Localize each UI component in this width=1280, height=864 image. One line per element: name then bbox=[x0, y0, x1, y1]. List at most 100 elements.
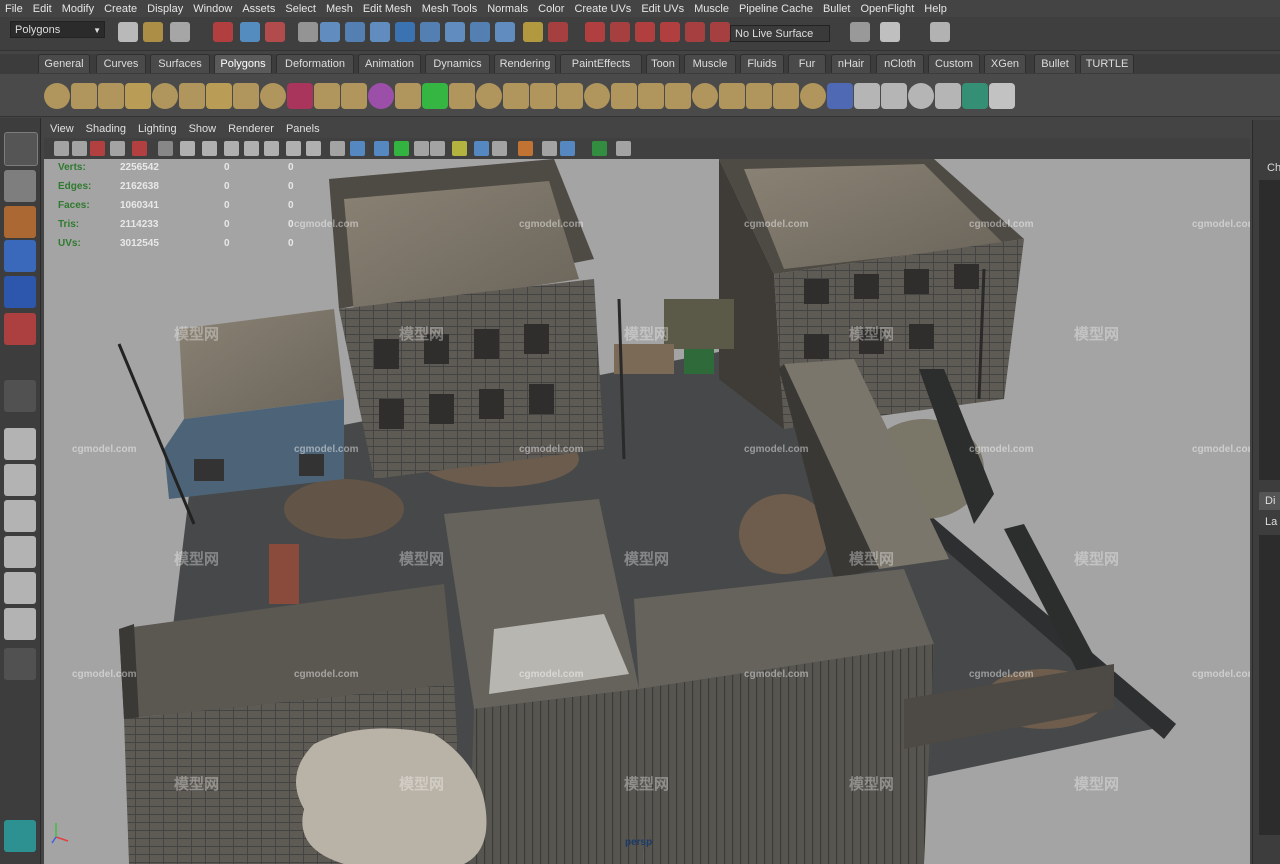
soft-select-icon[interactable] bbox=[850, 22, 870, 42]
maya-logo-icon[interactable] bbox=[4, 820, 36, 852]
shelf-tab-deformation[interactable]: Deformation bbox=[276, 54, 354, 73]
live-surface-field[interactable]: No Live Surface bbox=[730, 25, 830, 42]
snap-point-icon[interactable] bbox=[345, 22, 365, 42]
shelf-tab-bullet[interactable]: Bullet bbox=[1034, 54, 1076, 73]
display-tab[interactable]: Di bbox=[1259, 492, 1280, 510]
mode-selector[interactable]: Polygons ▼ bbox=[10, 21, 105, 38]
shelf-tab-toon[interactable]: Toon bbox=[646, 54, 680, 73]
motion-blur-icon[interactable] bbox=[518, 141, 533, 156]
sculpt-icon[interactable] bbox=[710, 22, 730, 42]
shelf-tab-custom[interactable]: Custom bbox=[928, 54, 980, 73]
smooth-shade-icon[interactable] bbox=[350, 141, 365, 156]
panel-menu-panels[interactable]: Panels bbox=[280, 123, 326, 135]
menu-mesh-tools[interactable]: Mesh Tools bbox=[417, 3, 482, 15]
bridge-icon[interactable] bbox=[395, 83, 421, 109]
persp-outliner-icon[interactable] bbox=[4, 536, 36, 568]
lasso-tool-icon[interactable] bbox=[4, 170, 36, 202]
split-icon[interactable] bbox=[476, 83, 502, 109]
image-plane-icon[interactable] bbox=[110, 141, 125, 156]
shelf-tab-rendering[interactable]: Rendering bbox=[494, 54, 556, 73]
make-live-icon[interactable] bbox=[420, 22, 440, 42]
poly-torus-icon[interactable] bbox=[179, 83, 205, 109]
select-object-icon[interactable] bbox=[240, 22, 260, 42]
menu-edit[interactable]: Edit bbox=[28, 3, 57, 15]
spherical-uv-icon[interactable] bbox=[908, 83, 934, 109]
cylindrical-uv-icon[interactable] bbox=[881, 83, 907, 109]
panel-menu-renderer[interactable]: Renderer bbox=[222, 123, 280, 135]
extract-icon[interactable] bbox=[557, 83, 583, 109]
default-light-icon[interactable] bbox=[374, 141, 389, 156]
snap-grid-icon[interactable] bbox=[298, 22, 318, 42]
single-view-icon[interactable] bbox=[4, 428, 36, 460]
menu-normals[interactable]: Normals bbox=[482, 3, 533, 15]
uv-editor-icon[interactable] bbox=[989, 83, 1015, 109]
open-scene-icon[interactable] bbox=[143, 22, 163, 42]
menu-window[interactable]: Window bbox=[188, 3, 237, 15]
auto-uv-icon[interactable] bbox=[935, 83, 961, 109]
wedge-icon[interactable] bbox=[638, 83, 664, 109]
magnet-icon[interactable] bbox=[610, 22, 630, 42]
menu-create-uvs[interactable]: Create UVs bbox=[569, 3, 636, 15]
snap-plane-icon[interactable] bbox=[395, 22, 415, 42]
paint-select-icon[interactable] bbox=[4, 206, 36, 238]
menu-edit-mesh[interactable]: Edit Mesh bbox=[358, 3, 417, 15]
shelf-tab-fluids[interactable]: Fluids bbox=[740, 54, 784, 73]
menu-color[interactable]: Color bbox=[533, 3, 569, 15]
extrude-icon[interactable] bbox=[422, 83, 448, 109]
viewport-persp[interactable]: 模型网 模型网 模型网 模型网 模型网 模型网 模型网 模型网 模型网 模型网 模型网 模型网 模型网模… bbox=[44, 159, 1250, 864]
menu-muscle[interactable]: Muscle bbox=[689, 3, 734, 15]
film-icon[interactable] bbox=[616, 141, 631, 156]
outliner-view-icon[interactable] bbox=[4, 500, 36, 532]
poly-cube-icon[interactable] bbox=[71, 83, 97, 109]
poly-helix-icon[interactable] bbox=[260, 83, 286, 109]
gate-mask-icon[interactable] bbox=[244, 141, 259, 156]
render-settings-icon[interactable] bbox=[548, 22, 568, 42]
poke-icon[interactable] bbox=[665, 83, 691, 109]
panel-menu-lighting[interactable]: Lighting bbox=[132, 123, 183, 135]
camera-icon[interactable] bbox=[72, 141, 87, 156]
menu-edit-uvs[interactable]: Edit UVs bbox=[636, 3, 689, 15]
shelf-tab-painteffects[interactable]: PaintEffects bbox=[560, 54, 642, 73]
planar-uv-icon[interactable] bbox=[854, 83, 880, 109]
snap-curve-icon[interactable] bbox=[320, 22, 340, 42]
menu-bullet[interactable]: Bullet bbox=[818, 3, 856, 15]
snap-view-icon[interactable] bbox=[635, 22, 655, 42]
duplicate-face-icon[interactable] bbox=[719, 83, 745, 109]
insert-edge-icon[interactable] bbox=[503, 83, 529, 109]
hypershade-icon[interactable] bbox=[585, 22, 605, 42]
hypershade-view-icon[interactable] bbox=[4, 608, 36, 640]
all-lights-icon[interactable] bbox=[394, 141, 409, 156]
menu-pipeline-cache[interactable]: Pipeline Cache bbox=[734, 3, 818, 15]
select-component-icon[interactable] bbox=[265, 22, 285, 42]
triangulate-icon[interactable] bbox=[773, 83, 799, 109]
dof-icon[interactable] bbox=[560, 141, 575, 156]
camera-attr-icon[interactable] bbox=[54, 141, 69, 156]
menu-create[interactable]: Create bbox=[99, 3, 142, 15]
shelf-tab-polygons[interactable]: Polygons bbox=[214, 54, 272, 73]
bevel-icon[interactable] bbox=[530, 83, 556, 109]
shelf-tab-curves[interactable]: Curves bbox=[96, 54, 146, 73]
menu-openflight[interactable]: OpenFlight bbox=[855, 3, 919, 15]
checker-icon[interactable] bbox=[962, 83, 988, 109]
shelf-tab-animation[interactable]: Animation bbox=[358, 54, 421, 73]
menu-modify[interactable]: Modify bbox=[57, 3, 99, 15]
textured-icon[interactable] bbox=[430, 141, 445, 156]
menu-assets[interactable]: Assets bbox=[237, 3, 280, 15]
select-hierarchy-icon[interactable] bbox=[213, 22, 233, 42]
render-view-icon[interactable] bbox=[685, 22, 705, 42]
grid-icon[interactable] bbox=[180, 141, 195, 156]
collapse-icon[interactable] bbox=[611, 83, 637, 109]
separate-icon[interactable] bbox=[314, 83, 340, 109]
menu-select[interactable]: Select bbox=[280, 3, 321, 15]
menu-file[interactable]: File bbox=[0, 3, 28, 15]
grease-pencil-icon[interactable] bbox=[158, 141, 173, 156]
shelf-tab-xgen[interactable]: XGen bbox=[984, 54, 1026, 73]
hud-icon[interactable] bbox=[592, 141, 607, 156]
safe-title-icon[interactable] bbox=[306, 141, 321, 156]
combine-icon[interactable] bbox=[287, 83, 313, 109]
shelf-tab-turtle[interactable]: TURTLE bbox=[1080, 54, 1134, 73]
ambient-icon[interactable] bbox=[492, 141, 507, 156]
new-scene-icon[interactable] bbox=[118, 22, 138, 42]
panel-menu-shading[interactable]: Shading bbox=[80, 123, 132, 135]
snap-surface-icon[interactable] bbox=[370, 22, 390, 42]
